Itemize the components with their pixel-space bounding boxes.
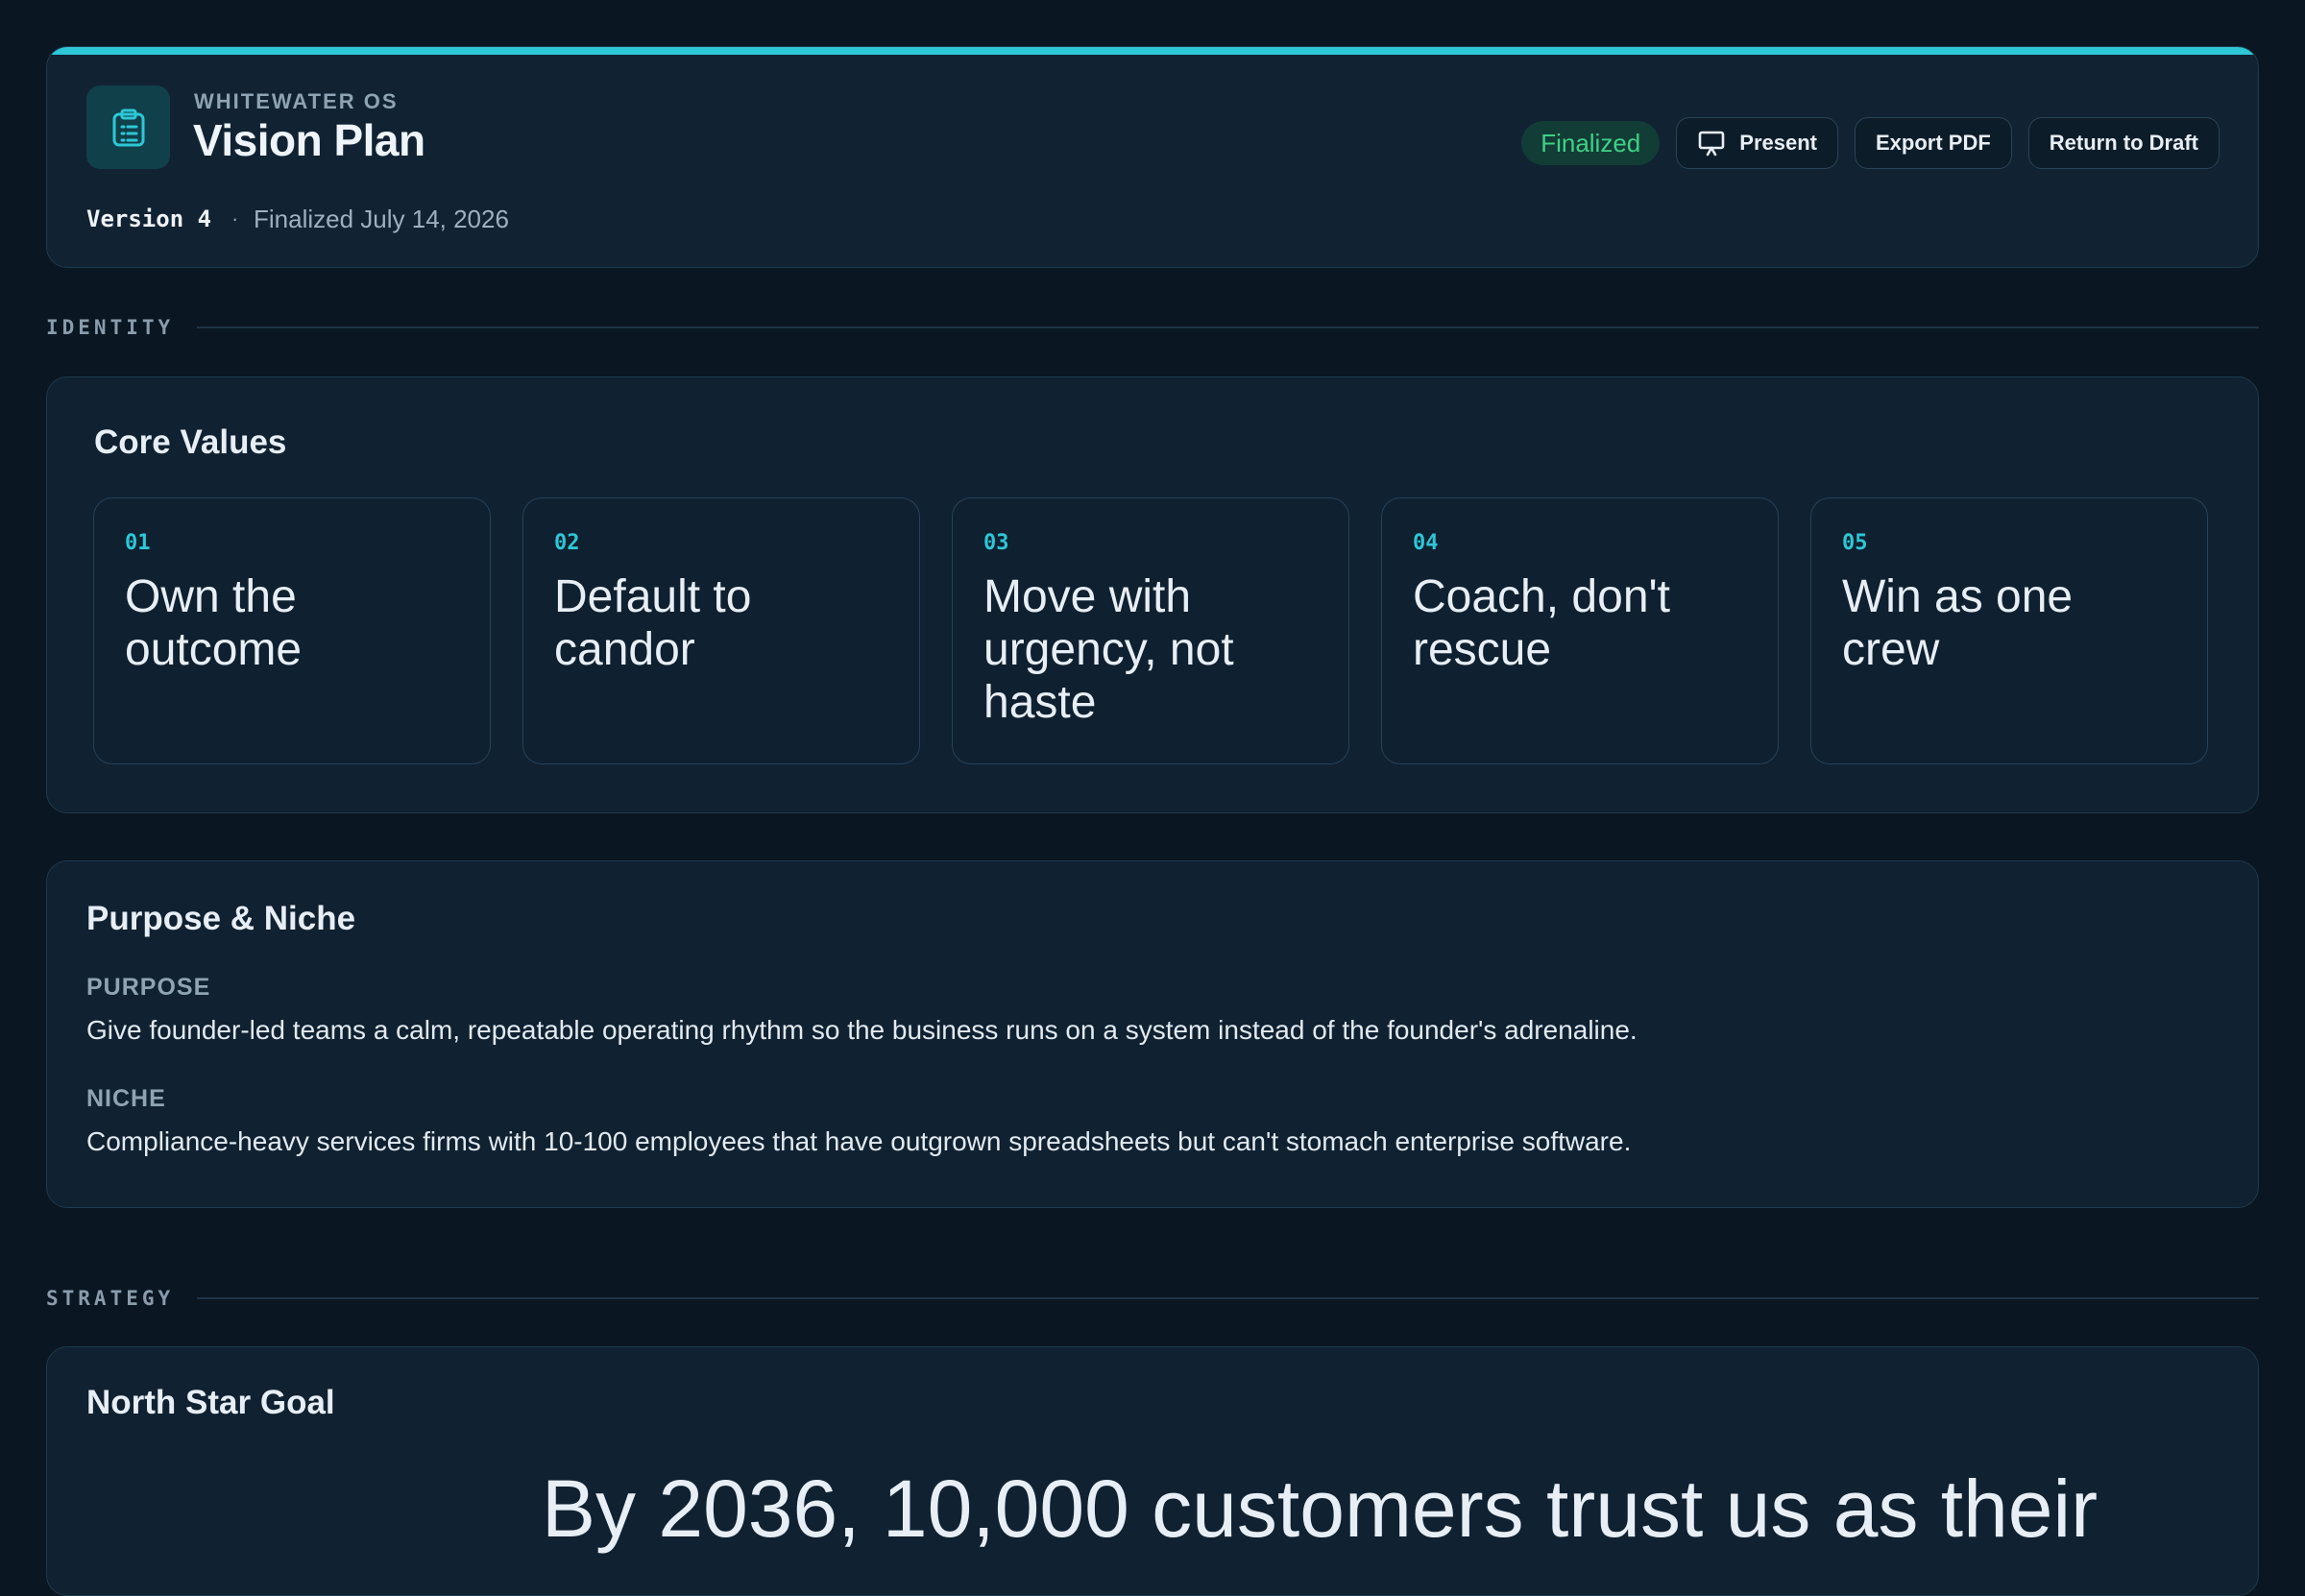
core-value-card: 02 Default to candor: [522, 497, 920, 764]
core-value-card: 01 Own the outcome: [93, 497, 491, 764]
status-badge: Finalized: [1521, 121, 1661, 165]
niche-text: Compliance-heavy services firms with 10-…: [86, 1126, 1632, 1156]
core-value-card: 05 Win as one crew: [1810, 497, 2208, 764]
section-divider: [197, 326, 2259, 328]
clipboard-list-icon: [86, 85, 170, 169]
north-star-panel: North Star Goal By 2036, 10,000 customer…: [46, 1346, 2259, 1596]
present-button[interactable]: Present: [1676, 117, 1838, 169]
niche-label: NICHE: [86, 1085, 166, 1112]
core-value-number: 03: [983, 531, 1009, 555]
page-container: WHITEWATER OS Vision Plan Version 4 · Fi…: [46, 46, 2259, 1596]
core-value-number: 01: [125, 531, 151, 555]
north-star-statement: By 2036, 10,000 customers trust us as th…: [542, 1463, 2099, 1554]
core-value-number: 04: [1413, 531, 1439, 555]
section-divider: [197, 1297, 2259, 1299]
purpose-niche-title: Purpose & Niche: [86, 900, 356, 937]
return-to-draft-button[interactable]: Return to Draft: [2027, 117, 2220, 169]
section-strategy: STRATEGY: [46, 1287, 2259, 1310]
core-values-panel: Core Values 01 Own the outcome 02 Defaul…: [46, 376, 2259, 813]
core-value-number: 05: [1842, 531, 1868, 555]
finalized-date: Finalized July 14, 2026: [254, 205, 509, 233]
app-name: WHITEWATER OS: [194, 89, 399, 113]
core-value-card: 04 Coach, don't rescue: [1381, 497, 1779, 764]
core-value-text: Own the outcome: [125, 571, 303, 675]
purpose-niche-panel: Purpose & Niche PURPOSE Give founder-led…: [46, 860, 2259, 1208]
presentation-screen-icon: [1697, 130, 1726, 157]
header-actions: Finalized Present Export PDF Return to D…: [1521, 117, 2220, 169]
page-title: Vision Plan: [193, 115, 425, 165]
meta-separator: ·: [231, 206, 239, 230]
section-identity: IDENTITY: [46, 316, 2259, 339]
purpose-label: PURPOSE: [86, 974, 211, 1001]
core-value-card: 03 Move with urgency, not haste: [952, 497, 1349, 764]
present-button-label: Present: [1739, 131, 1817, 155]
core-value-number: 02: [554, 531, 580, 555]
core-values-list: 01 Own the outcome 02 Default to candor …: [93, 497, 2208, 764]
header-accent-bar: [47, 47, 2258, 55]
plan-header-card: WHITEWATER OS Vision Plan Version 4 · Fi…: [46, 46, 2259, 268]
core-value-text: Coach, don't rescue: [1413, 571, 1671, 675]
section-strategy-label: STRATEGY: [46, 1287, 175, 1310]
core-values-title: Core Values: [94, 423, 287, 461]
purpose-text: Give founder-led teams a calm, repeatabl…: [86, 1015, 1638, 1045]
core-value-text: Win as one crew: [1842, 571, 2074, 675]
export-pdf-button[interactable]: Export PDF: [1854, 117, 2012, 169]
north-star-title: North Star Goal: [86, 1384, 335, 1421]
core-value-text: Move with urgency, not haste: [983, 571, 1234, 728]
version-label: Version 4: [86, 206, 212, 232]
section-identity-label: IDENTITY: [46, 316, 175, 339]
core-value-text: Default to candor: [554, 571, 752, 675]
